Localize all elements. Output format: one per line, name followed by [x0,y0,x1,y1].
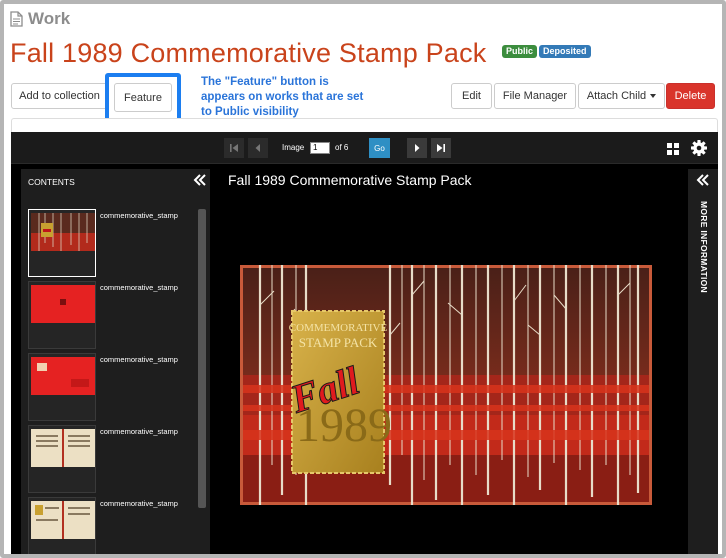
attach-child-button[interactable]: Attach Child [578,83,665,109]
image-viewer: Image 1 of 6 Go CONTENTS commemorative_s… [11,132,718,554]
viewer-image-title: Fall 1989 Commemorative Stamp Pack [228,172,472,188]
delete-button[interactable]: Delete [666,83,715,109]
image-label: Image [282,143,305,152]
first-page-button[interactable] [224,138,244,158]
previous-page-button[interactable] [248,138,268,158]
cover-commemorative-text: COMMEMORATIVE [289,322,388,334]
caret-down-icon [650,94,657,98]
page-frame: Work Fall 1989 Commemorative Stamp Pack … [0,0,726,558]
thumbnail-image[interactable] [28,425,96,493]
thumbnail-label: commemorative_stamp [100,355,178,364]
next-page-button[interactable] [407,138,427,158]
add-to-collection-button[interactable]: Add to collection [11,83,108,109]
public-badge: Public [502,45,538,58]
thumbnail-item[interactable]: commemorative_stamp [28,353,198,421]
work-label: Work [28,9,71,28]
collapse-left-icon[interactable] [193,174,207,186]
thumbnail-image[interactable] [28,497,96,554]
thumbnail-image[interactable] [28,353,96,421]
edit-button[interactable]: Edit [451,83,492,109]
previous-icon [255,144,260,152]
thumbnail-label: commemorative_stamp [100,427,178,436]
thumbnail-page-image [31,429,95,467]
gear-icon[interactable] [690,139,708,157]
page-title: Fall 1989 Commemorative Stamp Pack [10,38,487,68]
thumbnail-label: commemorative_stamp [100,499,178,508]
page-count: of 6 [335,143,349,152]
stamp-pack-cover-image: COMMEMORATIVE STAMP PACK 1989 Fall [240,265,652,505]
expand-right-icon[interactable] [696,174,710,186]
feature-annotation: The "Feature" button is appears on works… [201,76,364,118]
thumbnail-item[interactable]: commemorative_stamp [28,425,198,493]
viewer-toolbar: Image 1 of 6 Go [11,132,718,164]
thumbnail-cover-image [31,213,95,251]
thumbnail-page-image [31,501,95,539]
work-header: Work [10,7,70,31]
attach-child-label: Attach Child [586,90,647,102]
go-button[interactable]: Go [369,138,390,158]
last-page-icon [437,144,445,152]
document-icon [10,11,23,27]
cover-stamp-pack-text: STAMP PACK [299,335,378,350]
thumbnail-label: commemorative_stamp [100,283,178,292]
thumbnail-item[interactable]: commemorative_stamp [28,497,198,554]
contents-heading: CONTENTS [28,177,75,187]
contents-scrollbar[interactable] [198,209,206,508]
deposited-badge: Deposited [539,45,591,58]
more-information-label: MORE INFORMATION [699,201,709,293]
thumbnail-image[interactable] [28,281,96,349]
file-manager-button[interactable]: File Manager [494,83,576,109]
thumbnail-page-image [31,285,95,323]
more-information-panel[interactable]: MORE INFORMATION [688,169,718,554]
last-page-button[interactable] [431,138,451,158]
first-page-icon [230,144,238,152]
page-input[interactable]: 1 [310,142,330,154]
feature-button[interactable]: Feature [114,83,172,112]
gallery-view-icon[interactable] [667,143,679,155]
thumbnail-item[interactable]: commemorative_stamp [28,209,198,277]
thumbnail-item[interactable]: commemorative_stamp [28,281,198,349]
thumbnail-label: commemorative_stamp [100,211,178,220]
next-icon [415,144,420,152]
thumbnail-image[interactable] [28,209,96,277]
contents-sidebar: CONTENTS commemorative_stamp commemorati… [21,169,210,554]
thumbnail-page-image [31,357,95,395]
